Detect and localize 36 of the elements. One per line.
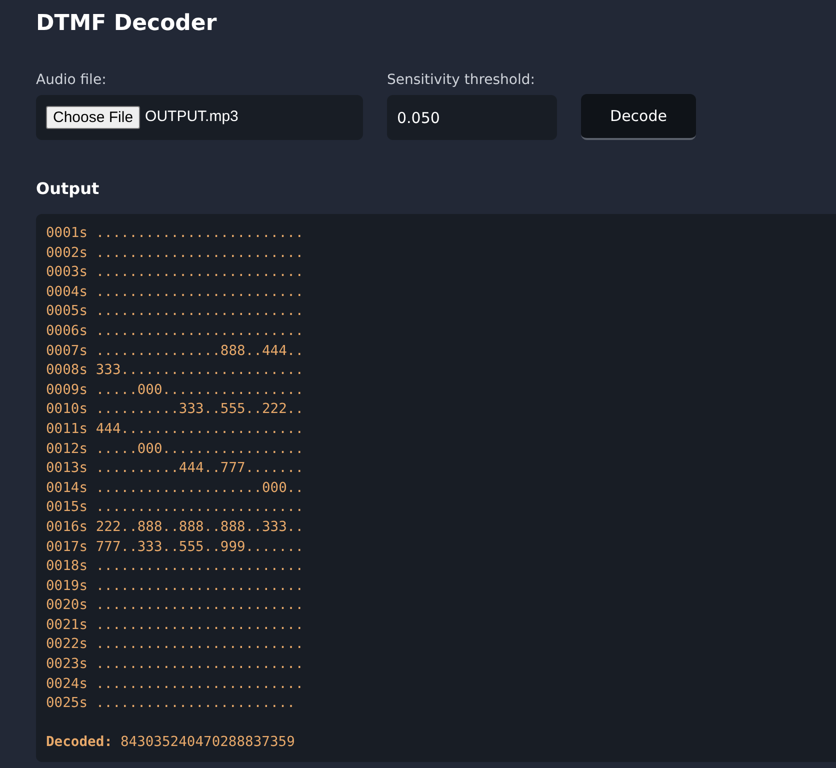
output-line: 0005s .........................: [46, 302, 304, 322]
output-line: 0025s ........................: [46, 694, 296, 714]
output-line: 0003s .........................: [46, 263, 304, 282]
output-line: 0011s 444......................: [46, 420, 304, 439]
output-line: 0022s .........................: [46, 635, 304, 654]
threshold-field[interactable]: 0.050: [387, 95, 557, 140]
page-title: DTMF Decoder: [36, 10, 218, 38]
output-line: 0019s .........................: [46, 576, 304, 596]
section-heading: Output: [36, 178, 100, 200]
output-line: 0010s ..........333..555..222..: [46, 400, 304, 420]
output-line: 0023s .........................: [46, 655, 304, 674]
output-line: 0009s .....000.................: [46, 380, 304, 400]
output-line: 0002s .........................: [46, 244, 304, 263]
output-line: 0013s ..........444..777.......: [46, 459, 304, 478]
output-line: 0012s .....000.................: [46, 440, 304, 459]
output-line: 0020s .........................: [46, 596, 304, 616]
output-line: 0024s .........................: [46, 674, 304, 694]
decode-button[interactable]: Decode: [581, 94, 696, 140]
output-line: 0008s 333......................: [46, 361, 304, 380]
output-line: 0006s .........................: [46, 322, 304, 341]
decoded-value: 843035240470288837359: [120, 734, 295, 750]
decoded-label: Decoded:: [46, 734, 112, 750]
field-label: Audio file:: [36, 71, 108, 90]
output-line: 0017s 777..333..555..999.......: [46, 538, 304, 556]
choose-file-button[interactable]: Choose File: [46, 106, 140, 129]
output-line: 0016s 222..888..888..888..333..: [46, 518, 304, 537]
output-line: 0015s .........................: [46, 498, 304, 518]
output-line: 0001s .........................: [46, 224, 304, 243]
output-line: 0014s ....................000..: [46, 478, 304, 498]
field-label: Sensitivity threshold:: [387, 71, 536, 90]
file-name: OUTPUT.mp3: [145, 107, 238, 128]
output-line: 0018s .........................: [46, 557, 304, 576]
file-input[interactable]: Choose File OUTPUT.mp3: [36, 95, 363, 140]
output-line: 0004s .........................: [46, 282, 304, 302]
output-line: 0021s .........................: [46, 616, 304, 635]
output-line: 0007s ...............888..444..: [46, 342, 304, 361]
